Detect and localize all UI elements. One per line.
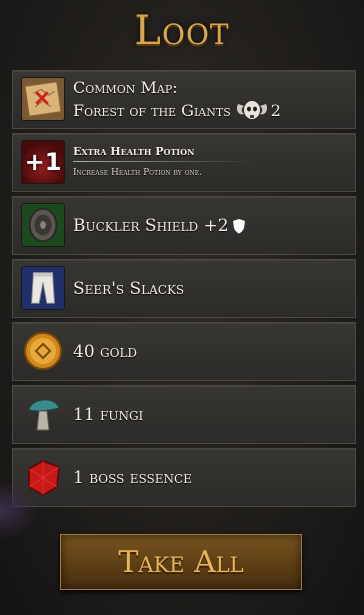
map-name-line2-wrap: Forest of the Giants 2 [73,98,281,122]
loot-item-fungi[interactable]: 11 fungi [12,385,356,444]
loot-item-gold[interactable]: 40 gold [12,322,356,381]
mushroom-icon [28,399,60,431]
ram-skull-icon [236,101,267,119]
loot-list: Common Map: Forest of the Giants 2 +1 Ex… [12,70,356,511]
map-label: Common Map: Forest of the Giants 2 [73,71,281,128]
loot-item-map[interactable]: Common Map: Forest of the Giants 2 [12,70,356,129]
loot-title: Loot [134,8,230,54]
potion-plus-badge: +1 [24,148,62,176]
map-count: 2 [270,100,281,120]
gold-coin-icon [24,332,62,370]
gold-label: 40 gold [73,341,138,362]
slacks-label: Seer's Slacks [73,278,185,299]
boss-essence-label: 1 boss essence [73,467,192,488]
potion-desc: Increase Health Potion by one. [73,168,203,178]
slacks-icon [21,266,65,310]
map-icon [21,77,65,121]
potion-label: Extra Health Potion Increase Health Poti… [73,134,253,191]
map-name-line2: Forest of the Giants [73,100,231,120]
fungi-label: 11 fungi [73,404,144,425]
armor-shield-icon [232,218,245,233]
shield-label: Buckler Shield +2 [73,197,246,254]
health-potion-icon: +1 [21,140,65,184]
loot-panel: Loot Common Map: Forest of the Giants 2 … [0,0,364,615]
shield-name: Buckler Shield +2 [73,215,229,236]
background-shadow [0,480,40,540]
map-name-line1: Common Map: [73,78,178,97]
loot-item-seers-slacks[interactable]: Seer's Slacks [12,259,356,318]
potion-name: Extra Health Potion [73,145,195,158]
take-all-button[interactable]: Take All [60,534,302,590]
loot-item-health-potion[interactable]: +1 Extra Health Potion Increase Health P… [12,133,356,192]
loot-item-buckler-shield[interactable]: Buckler Shield +2 [12,196,356,255]
loot-item-boss-essence[interactable]: 1 boss essence [12,448,356,507]
buckler-shield-icon [21,203,65,247]
potion-divider [73,161,253,162]
